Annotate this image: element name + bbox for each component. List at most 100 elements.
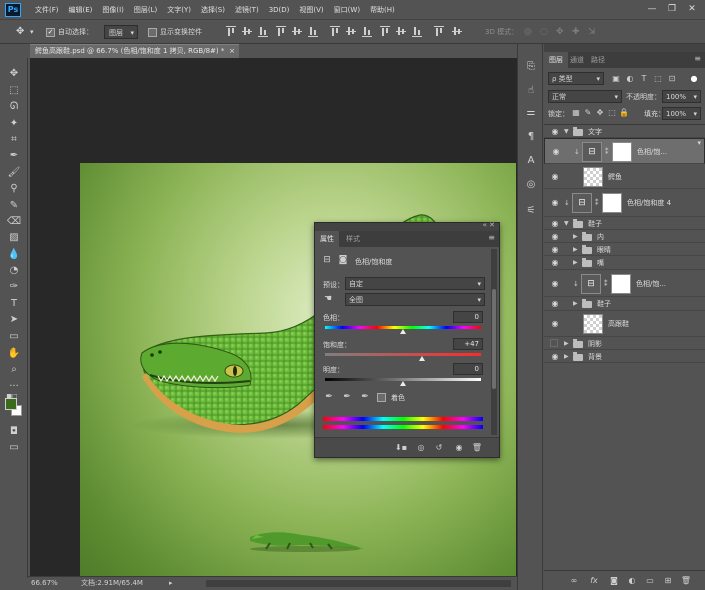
layer-row[interactable]: ◉ ↓ ⊟ ⁑ 色相/饱... (544, 270, 705, 297)
lock-image-icon[interactable]: ✎ (582, 107, 594, 119)
distribute-hcenter-icon[interactable] (396, 26, 406, 37)
panel-collapse-bar[interactable] (544, 44, 705, 52)
menu-item[interactable]: 文字(Y) (162, 0, 196, 20)
filter-adjustment-icon[interactable]: ◐ (624, 73, 636, 85)
layer-row[interactable]: ◉ ↓ ⊟ ⁑ 色相/饱和度 4 (544, 189, 705, 217)
layer-row[interactable]: ◉ ▶ 眼睛 (544, 243, 705, 256)
mask-icon[interactable]: ◙ (337, 254, 349, 266)
mask-link-icon[interactable]: ⁑ (604, 280, 608, 288)
distribute-top-icon[interactable] (330, 26, 340, 37)
mask-link-icon[interactable]: ⁑ (605, 148, 609, 156)
layer-visibility-eye-icon[interactable]: ◉ (550, 245, 560, 255)
link-layers-icon[interactable]: ∞ (568, 575, 580, 587)
layer-mask-thumbnail[interactable] (602, 193, 622, 213)
expand-group-icon[interactable]: ▶ (573, 259, 578, 266)
fill-input[interactable]: 100% (662, 107, 701, 120)
expand-group-icon[interactable]: ▶ (564, 340, 569, 347)
3d-rotate-icon[interactable]: ◎ (524, 25, 532, 39)
align-bottom-icon[interactable] (258, 26, 268, 37)
new-layer-icon[interactable]: ⊞ (662, 575, 674, 587)
path-select-tool-icon[interactable]: ➤ (6, 312, 22, 326)
3d-scale-icon[interactable]: ⇲ (588, 25, 596, 39)
auto-select-checkbox[interactable]: ✓ (46, 27, 55, 37)
close-button[interactable]: ✕ (683, 2, 701, 16)
filter-shape-icon[interactable]: ⬚ (652, 73, 664, 85)
lasso-tool-icon[interactable]: ᘏ (6, 99, 22, 113)
layer-visibility-eye-icon[interactable]: ◉ (550, 352, 560, 362)
auto-align-icon[interactable] (434, 26, 444, 37)
filter-pixel-icon[interactable]: ▣ (610, 73, 622, 85)
menu-item[interactable]: 窗口(W) (329, 0, 365, 20)
layer-row[interactable]: ◉ 鳄鱼 (544, 164, 705, 189)
dodge-tool-icon[interactable]: ◔ (6, 263, 22, 277)
paragraph-panel-icon[interactable]: ¶ (524, 130, 538, 144)
screen-mode-icon[interactable]: ▭ (6, 440, 22, 454)
history-brush-tool-icon[interactable]: ✎ (6, 198, 22, 212)
align-vcenter-icon[interactable] (242, 26, 252, 37)
new-adjustment-icon[interactable]: ◐ (626, 575, 638, 587)
move-tool-icon[interactable]: ✥ (16, 25, 24, 39)
align-right-icon[interactable] (308, 26, 318, 37)
layer-visibility-eye-icon[interactable]: ◉ (550, 198, 560, 208)
quick-select-tool-icon[interactable]: ✦ (6, 116, 22, 130)
distribute-right-icon[interactable] (412, 26, 422, 37)
filter-smart-object-icon[interactable]: ⊡ (666, 73, 678, 85)
hue-saturation-adjustment-icon[interactable]: ⊟ (581, 274, 601, 294)
layer-visibility-eye-icon[interactable]: ◉ (550, 279, 560, 289)
lock-transparent-icon[interactable]: ▦ (570, 107, 582, 119)
lock-artboard-icon[interactable]: ⬚ (606, 107, 618, 119)
layer-visibility-eye-icon[interactable] (550, 339, 558, 347)
move-tool-icon[interactable]: ✥ (6, 66, 22, 80)
properties-menu-icon[interactable]: ≡ (488, 233, 495, 242)
marquee-tool-icon[interactable]: ⬚ (6, 83, 22, 97)
delete-layer-icon[interactable]: 🗑 (680, 575, 692, 587)
saturation-input[interactable]: +47 (453, 338, 483, 350)
layer-row[interactable]: ◉ ▶ 嘴 (544, 256, 705, 270)
eyedropper-icon[interactable]: ✒ (323, 391, 335, 403)
new-group-icon[interactable]: ▭ (644, 575, 656, 587)
opacity-input[interactable]: 100% (662, 90, 701, 103)
layer-row[interactable]: ◉ ▼ 文字 (544, 125, 705, 138)
align-left-icon[interactable] (276, 26, 286, 37)
brush-tool-icon[interactable]: 🖌 (6, 165, 22, 179)
tool-preset-dropdown[interactable]: ▾ (30, 25, 34, 39)
layer-row[interactable]: ◉ 高跟鞋 (544, 311, 705, 337)
layer-thumbnail[interactable] (583, 314, 603, 334)
status-menu-arrow[interactable]: ▸ (169, 577, 173, 590)
3d-drag-icon[interactable]: ✥ (556, 25, 564, 39)
auto-select-target-dropdown[interactable]: 图层 (104, 25, 138, 40)
layers-panel-menu-icon[interactable]: ≡ (694, 54, 701, 63)
layer-filter-kind-dropdown[interactable]: ρ 类型 (548, 72, 604, 85)
layer-mask-thumbnail[interactable] (611, 274, 631, 294)
properties-panel-icon[interactable]: ⚟ (524, 204, 538, 218)
layers-tab[interactable]: 路径 (586, 52, 610, 68)
crop-tool-icon[interactable]: ⌗ (6, 132, 22, 146)
hue-saturation-adjustment-icon[interactable]: ⊟ (582, 142, 602, 162)
default-colors-icon[interactable]: ■□ (4, 389, 20, 403)
menu-item[interactable]: 图层(L) (129, 0, 162, 20)
lightness-input[interactable]: 0 (453, 363, 483, 375)
3d-slide-icon[interactable]: ✚ (572, 25, 580, 39)
character-panel-icon[interactable]: A (524, 154, 538, 168)
zoom-level[interactable]: 66.67% (31, 577, 58, 590)
layer-visibility-eye-icon[interactable]: ◉ (550, 172, 560, 182)
eyedropper-add-icon[interactable]: ✒ (341, 391, 353, 403)
menu-item[interactable]: 文件(F) (30, 0, 64, 20)
expand-group-icon[interactable]: ▶ (573, 233, 578, 240)
add-mask-icon[interactable]: ◙ (608, 575, 620, 587)
shape-tool-icon[interactable]: ▭ (6, 329, 22, 343)
distribute-bottom-icon[interactable] (362, 26, 372, 37)
preset-dropdown[interactable]: 自定 (345, 277, 485, 290)
distribute-vcenter-icon[interactable] (346, 26, 356, 37)
layer-visibility-eye-icon[interactable]: ◉ (550, 232, 560, 242)
expand-group-icon[interactable]: ▶ (573, 246, 578, 253)
layer-row[interactable]: ◉ ▶ 内 (544, 230, 705, 243)
hue-saturation-adjustment-icon[interactable]: ⊟ (572, 193, 592, 213)
gradient-tool-icon[interactable]: ▨ (6, 230, 22, 244)
collapse-icon[interactable]: « ✕ (483, 221, 495, 229)
stamp-tool-icon[interactable]: ⚲ (6, 181, 22, 195)
expand-group-icon[interactable]: ▶ (573, 300, 578, 307)
filter-type-icon[interactable]: T (638, 73, 650, 85)
layer-visibility-eye-icon[interactable]: ◉ (550, 319, 560, 329)
collapse-group-icon[interactable]: ▼ (564, 220, 569, 227)
